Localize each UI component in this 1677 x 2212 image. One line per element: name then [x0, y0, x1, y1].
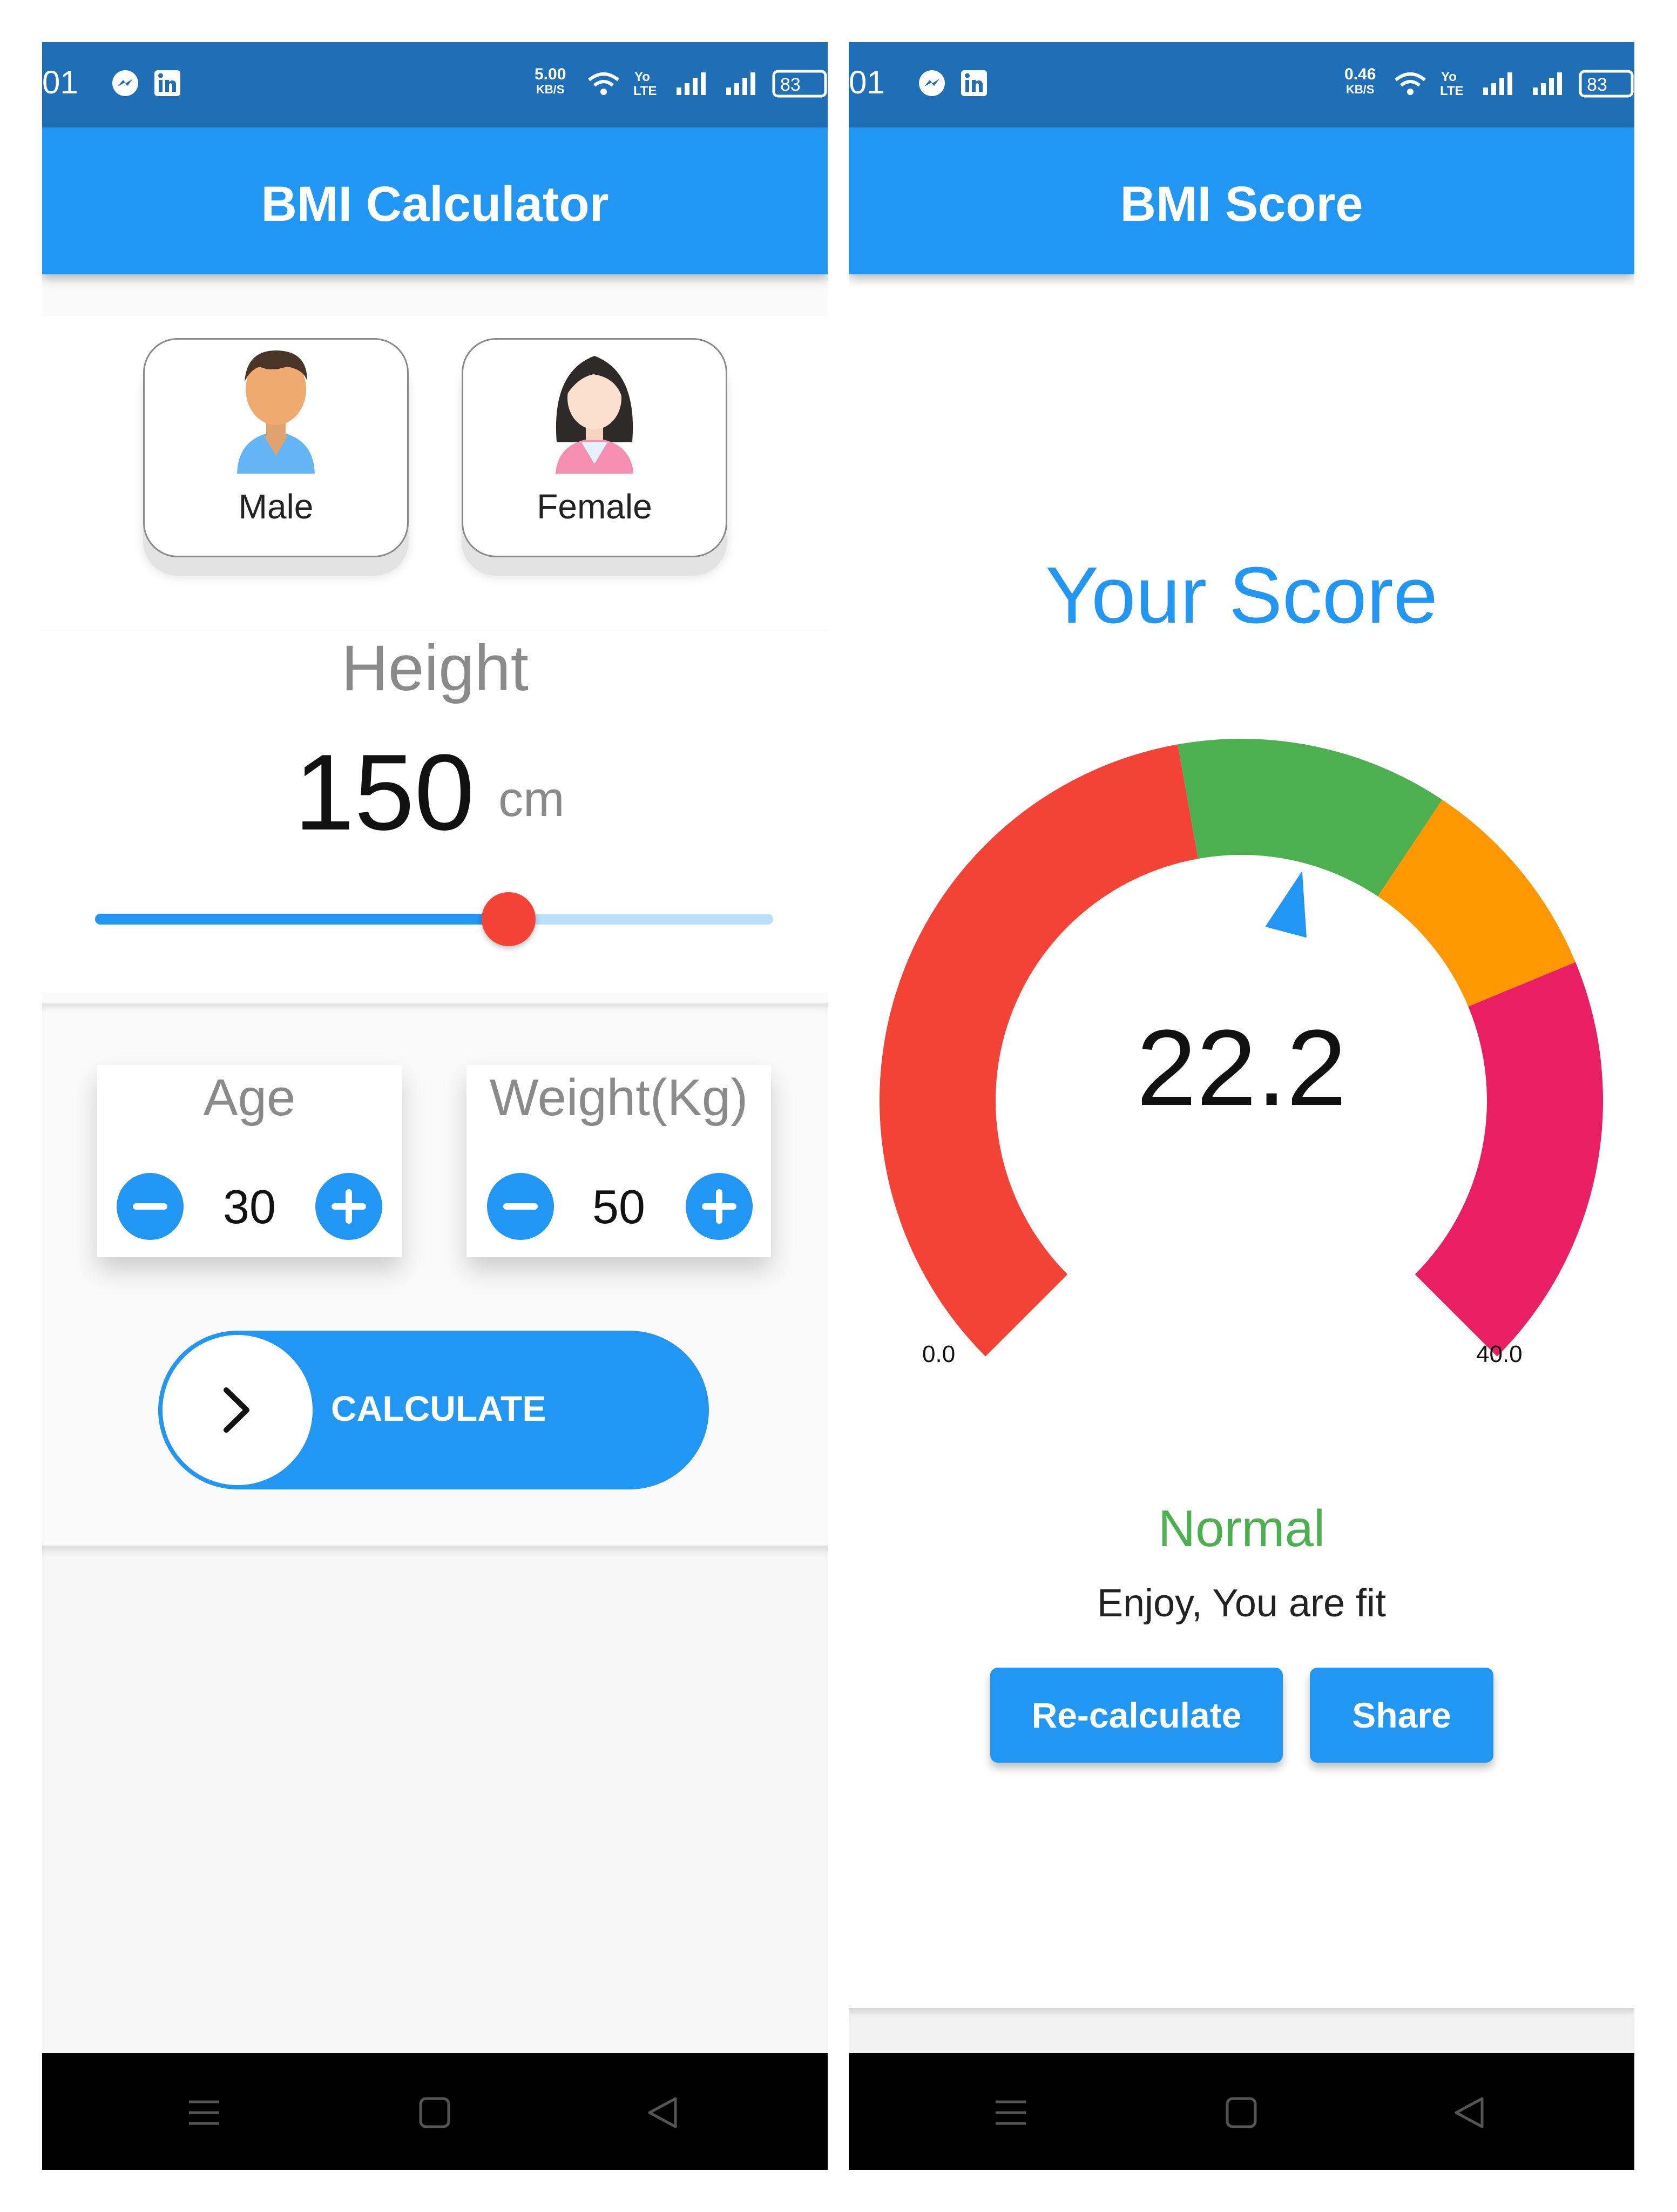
linkedin-icon — [961, 70, 987, 96]
height-title: Height — [341, 632, 529, 704]
signal-icon: Yo LTE 83 — [1395, 70, 1634, 98]
home-icon[interactable] — [417, 2095, 452, 2130]
height-value: 150 — [294, 732, 475, 853]
bmi-status: Normal — [1158, 1500, 1326, 1557]
male-label: Male — [238, 487, 314, 526]
empty-area — [42, 1546, 828, 2053]
male-card[interactable]: Male — [143, 338, 409, 557]
system-nav-bar — [42, 2053, 828, 2170]
bottom-bar — [849, 2008, 1634, 2053]
height-slider-fill — [95, 914, 509, 925]
app-bar: BMI Calculator — [42, 127, 828, 274]
svg-text:Yo: Yo — [1441, 70, 1457, 84]
height-unit: cm — [498, 772, 565, 827]
gender-section: Male Female — [42, 316, 828, 630]
plus-icon — [716, 1189, 722, 1224]
gauge-min-label: 0.0 — [922, 1341, 956, 1367]
bmi-calculator-screen: 01 5.00 KB/S Yo LTE 83 BMI Calculator Ma… — [42, 42, 828, 2170]
gauge-needle — [1265, 871, 1307, 938]
age-title: Age — [203, 1069, 296, 1127]
female-card[interactable]: Female — [462, 338, 727, 557]
system-nav-bar — [849, 2053, 1634, 2170]
svg-text:LTE: LTE — [1440, 84, 1464, 98]
app-title: BMI Calculator — [261, 177, 609, 232]
signal-icon: Yo LTE 83 — [588, 70, 827, 98]
back-icon[interactable] — [645, 2095, 680, 2130]
score-value: 22.2 — [1136, 1008, 1347, 1128]
weight-card: Weight(Kg) 50 — [466, 1065, 771, 1257]
linkedin-icon — [154, 70, 180, 96]
status-bar: 01 0.46 KB/S Yo LTE 83 — [849, 42, 1634, 127]
height-slider-thumb[interactable] — [482, 892, 536, 946]
recalculate-button[interactable]: Re-calculate — [990, 1668, 1283, 1763]
app-title: BMI Score — [1120, 177, 1363, 232]
male-avatar-icon — [237, 350, 315, 474]
weight-decrement-button[interactable] — [487, 1173, 554, 1240]
minus-icon — [503, 1203, 538, 1210]
messenger-icon — [112, 70, 138, 96]
back-icon[interactable] — [1452, 2095, 1486, 2130]
female-label: Female — [537, 487, 652, 526]
weight-title: Weight(Kg) — [489, 1069, 748, 1127]
svg-text:LTE: LTE — [633, 84, 657, 98]
chevron-right-icon — [224, 1387, 249, 1433]
share-button[interactable]: Share — [1310, 1668, 1493, 1763]
calculate-knob[interactable] — [163, 1335, 313, 1485]
calculate-label: CALCULATE — [331, 1388, 546, 1428]
weight-value: 50 — [592, 1180, 645, 1233]
minus-icon — [133, 1203, 167, 1210]
weight-increment-button[interactable] — [686, 1173, 753, 1240]
messenger-icon — [919, 70, 945, 96]
status-bar: 01 5.00 KB/S Yo LTE 83 — [42, 42, 828, 127]
menu-icon[interactable] — [993, 2095, 1028, 2130]
home-icon[interactable] — [1224, 2095, 1259, 2130]
network-speed: 0.46 KB/S — [1344, 65, 1376, 97]
age-card: Age 30 — [97, 1065, 402, 1257]
bmi-message: Enjoy, You are fit — [1097, 1582, 1387, 1625]
age-decrement-button[interactable] — [117, 1173, 184, 1240]
network-speed: 5.00 KB/S — [535, 65, 566, 97]
female-avatar-icon — [556, 356, 633, 474]
svg-text:83: 83 — [1587, 75, 1607, 95]
calculate-button[interactable]: CALCULATE — [158, 1331, 709, 1489]
status-time: 01 — [42, 64, 78, 100]
app-bar: BMI Score — [849, 127, 1634, 274]
score-title: Your Score — [1045, 551, 1438, 640]
svg-text:83: 83 — [780, 75, 801, 95]
age-increment-button[interactable] — [315, 1173, 382, 1240]
bmi-score-screen: 01 0.46 KB/S Yo LTE 83 BMI Score Your Sc… — [849, 42, 1634, 2170]
gauge-max-label: 40.0 — [1476, 1341, 1523, 1367]
status-time: 01 — [849, 64, 885, 100]
age-value: 30 — [223, 1180, 276, 1233]
menu-icon[interactable] — [187, 2095, 221, 2130]
plus-icon — [346, 1189, 352, 1224]
svg-text:Yo: Yo — [634, 70, 650, 84]
height-section: Height 150 cm — [42, 631, 828, 993]
